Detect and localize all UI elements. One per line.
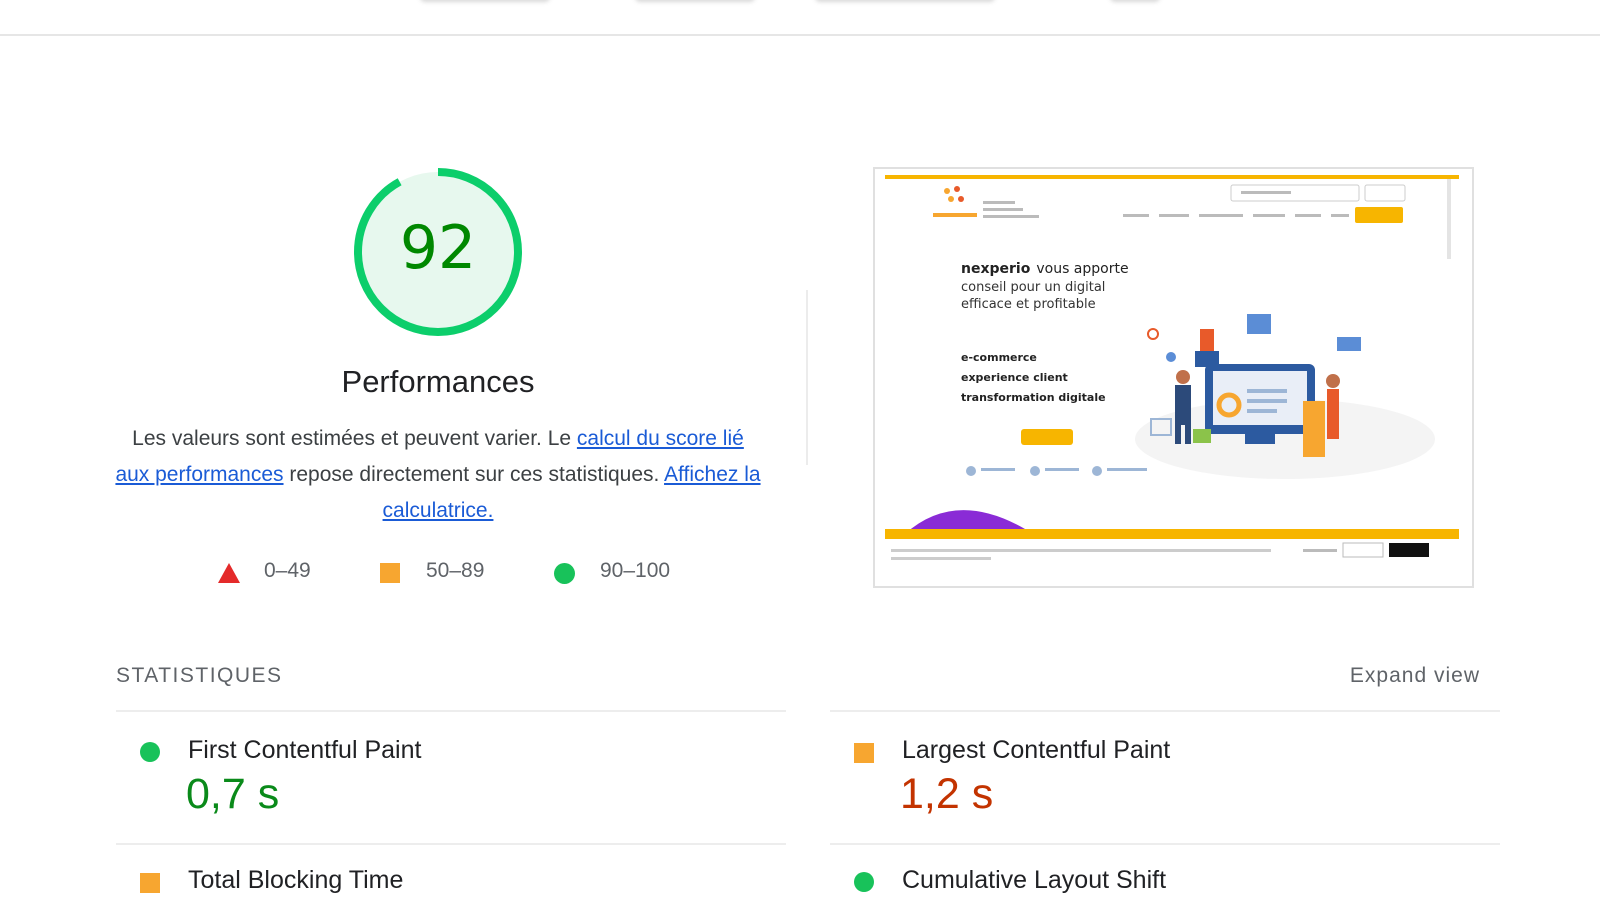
triangle-red-icon	[218, 563, 240, 583]
metric-label: First Contentful Paint	[188, 736, 422, 764]
report-tab[interactable]	[420, 0, 550, 2]
report-tab[interactable]	[635, 0, 755, 2]
legend-range: 0–49	[264, 559, 311, 582]
screenshot-headline: vous apporte	[1036, 261, 1128, 277]
screenshot-service: experience client	[961, 371, 1068, 384]
expand-view-button[interactable]: Expand view	[1350, 664, 1480, 688]
metric-label: Total Blocking Time	[188, 866, 404, 894]
legend-range: 50–89	[426, 559, 485, 582]
circle-green-icon	[854, 872, 874, 892]
square-orange-icon	[140, 873, 160, 893]
screenshot-headline-line: conseil pour un digital	[961, 280, 1105, 295]
page-screenshot[interactable]: nexperio vous apporte conseil pour un dig…	[873, 167, 1474, 588]
legend-range: 90–100	[600, 559, 671, 582]
score-description: Les valeurs sont estimées et peuvent var…	[113, 421, 763, 529]
description-text: repose directement sur ces statistiques.	[283, 463, 665, 486]
metrics-divider	[116, 843, 786, 845]
metric-value: 0,7 s	[186, 770, 280, 818]
square-orange-icon	[854, 743, 874, 763]
screenshot-brand: nexperio	[961, 261, 1031, 277]
report-tab[interactable]	[815, 0, 995, 2]
metric-label: Cumulative Layout Shift	[902, 866, 1167, 894]
square-orange-icon	[380, 563, 400, 583]
metrics-divider	[830, 843, 1500, 845]
screenshot-illustration: nexperio vous apporte conseil pour un dig…	[875, 169, 1472, 586]
metrics-section-title: STATISTIQUES	[116, 664, 283, 687]
metrics-divider	[830, 710, 1500, 712]
report-tab[interactable]	[1110, 0, 1160, 2]
category-title: Performances	[341, 364, 535, 399]
report-tab-bar	[0, 0, 1600, 36]
screenshot-service: transformation digitale	[961, 391, 1106, 404]
screenshot-service: e-commerce	[961, 351, 1037, 364]
vertical-divider	[806, 290, 808, 465]
circle-green-icon	[140, 742, 160, 762]
circle-green-icon	[554, 563, 575, 584]
metric-value: 1,2 s	[900, 770, 994, 818]
description-text: Les valeurs sont estimées et peuvent var…	[132, 427, 577, 450]
performance-score: 92	[399, 213, 477, 283]
metrics-divider	[116, 710, 786, 712]
screenshot-headline-line: efficace et profitable	[961, 297, 1096, 312]
metric-label: Largest Contentful Paint	[902, 736, 1171, 764]
svg-text:nexperiovous apporte: nexperio vous apporte	[961, 261, 1129, 277]
